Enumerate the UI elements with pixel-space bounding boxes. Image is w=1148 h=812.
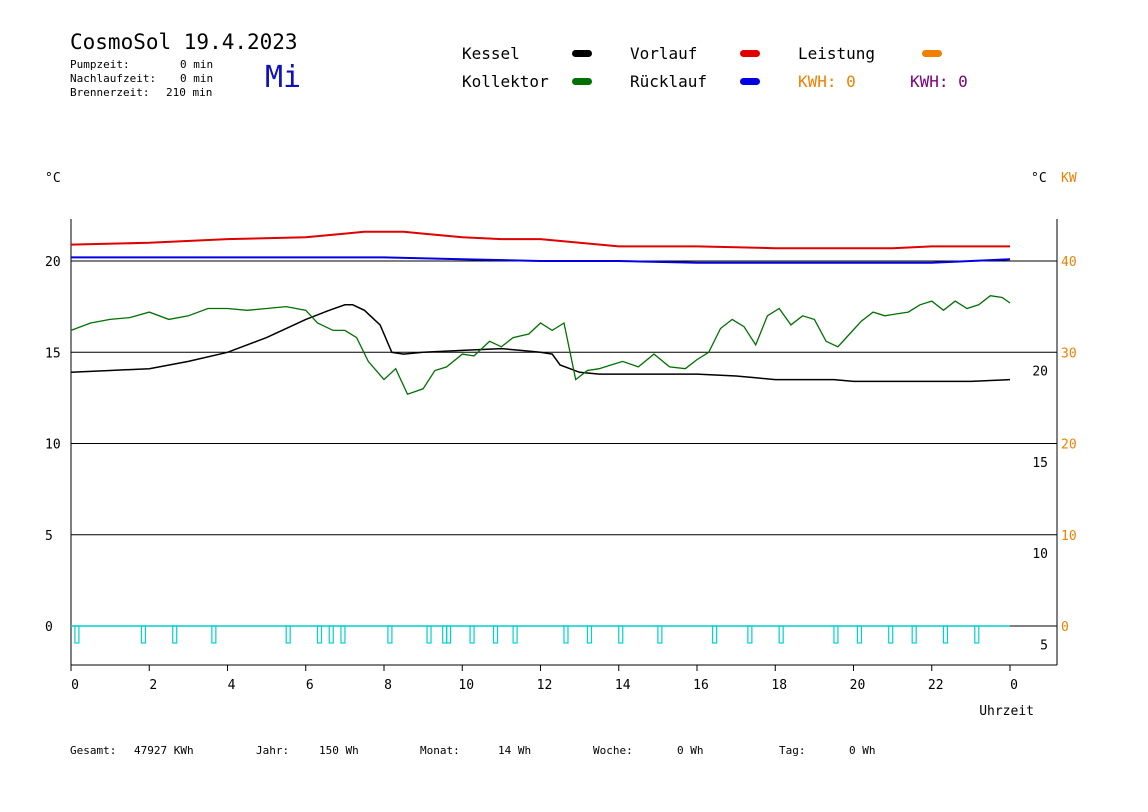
pump-pulse <box>911 625 917 644</box>
pump-pulse <box>712 625 718 644</box>
y-unit-right: °C <box>1031 171 1047 186</box>
pump-pulse <box>172 625 178 644</box>
pump-pulse <box>888 625 894 644</box>
pump-pulse <box>942 625 949 644</box>
pump-pulse <box>387 625 393 644</box>
kw-tick-label: 40 <box>1061 255 1077 270</box>
pump-pulse <box>469 625 475 644</box>
y-tick-label-left: 0 <box>45 620 53 635</box>
x-tick-label: 10 <box>458 678 474 693</box>
x-tick-label: 12 <box>537 678 553 693</box>
y-tick-label-right: 20 <box>1032 365 1048 380</box>
kw-tick-label: 20 <box>1061 438 1077 453</box>
series-ruecklauf <box>71 256 1011 264</box>
pump-pulse <box>340 625 346 644</box>
x-tick-label: 18 <box>771 678 787 693</box>
x-tick-label: 6 <box>306 678 314 693</box>
x-tick-label: 0 <box>71 678 79 693</box>
y-tick-label-left: 20 <box>45 255 61 270</box>
y-tick-label-left: 10 <box>45 438 61 453</box>
pump-pulse <box>586 625 593 644</box>
pump-pulse <box>618 625 624 644</box>
x-tick-label: 14 <box>615 678 631 693</box>
x-tick-label: 4 <box>228 678 236 693</box>
pump-pulse <box>492 625 499 644</box>
pump-pulse <box>974 625 980 644</box>
pump-pulse <box>747 625 753 644</box>
pump-pulse <box>285 625 291 644</box>
y-tick-label-right: 15 <box>1032 456 1048 471</box>
kw-tick-label: 30 <box>1061 346 1077 361</box>
pump-pulse <box>74 625 80 644</box>
x-tick-label: 8 <box>384 678 392 693</box>
y-tick-label-left: 5 <box>45 529 53 544</box>
pump-pulse <box>512 625 518 644</box>
y-unit-left: °C <box>45 171 61 186</box>
pump-pulse <box>657 625 663 644</box>
pump-pulse <box>426 625 432 644</box>
x-tick-label: 0 <box>1010 678 1018 693</box>
pump-pulse <box>778 625 784 644</box>
series-kessel <box>70 304 1011 383</box>
x-axis-label: Uhrzeit <box>979 704 1034 719</box>
temperature-chart: 051015205101520010203040°C °C KW0 2 4 6 8 10 12 1… <box>45 171 1077 719</box>
y-tick-label-right: 5 <box>1040 638 1048 653</box>
x-tick-label: 16 <box>693 678 709 693</box>
kw-tick-label: 10 <box>1061 529 1077 544</box>
series-vorlauf <box>70 230 1010 250</box>
pump-pulse <box>856 625 863 644</box>
x-tick-label: 2 <box>149 678 157 693</box>
kw-unit: KW <box>1061 171 1077 186</box>
pump-pulse <box>140 625 147 644</box>
x-tick-label: 22 <box>928 678 944 693</box>
series-kollektor <box>70 295 1011 396</box>
y-tick-label-left: 15 <box>45 346 61 361</box>
pump-pulse <box>328 625 334 644</box>
pump-pulse <box>316 625 323 644</box>
pump-pulse <box>833 625 839 644</box>
pump-pulse <box>563 625 569 644</box>
kw-tick-label: 0 <box>1061 620 1069 635</box>
x-tick-label: 20 <box>850 678 866 693</box>
y-tick-label-right: 10 <box>1032 547 1048 562</box>
pump-pulse <box>211 625 217 644</box>
